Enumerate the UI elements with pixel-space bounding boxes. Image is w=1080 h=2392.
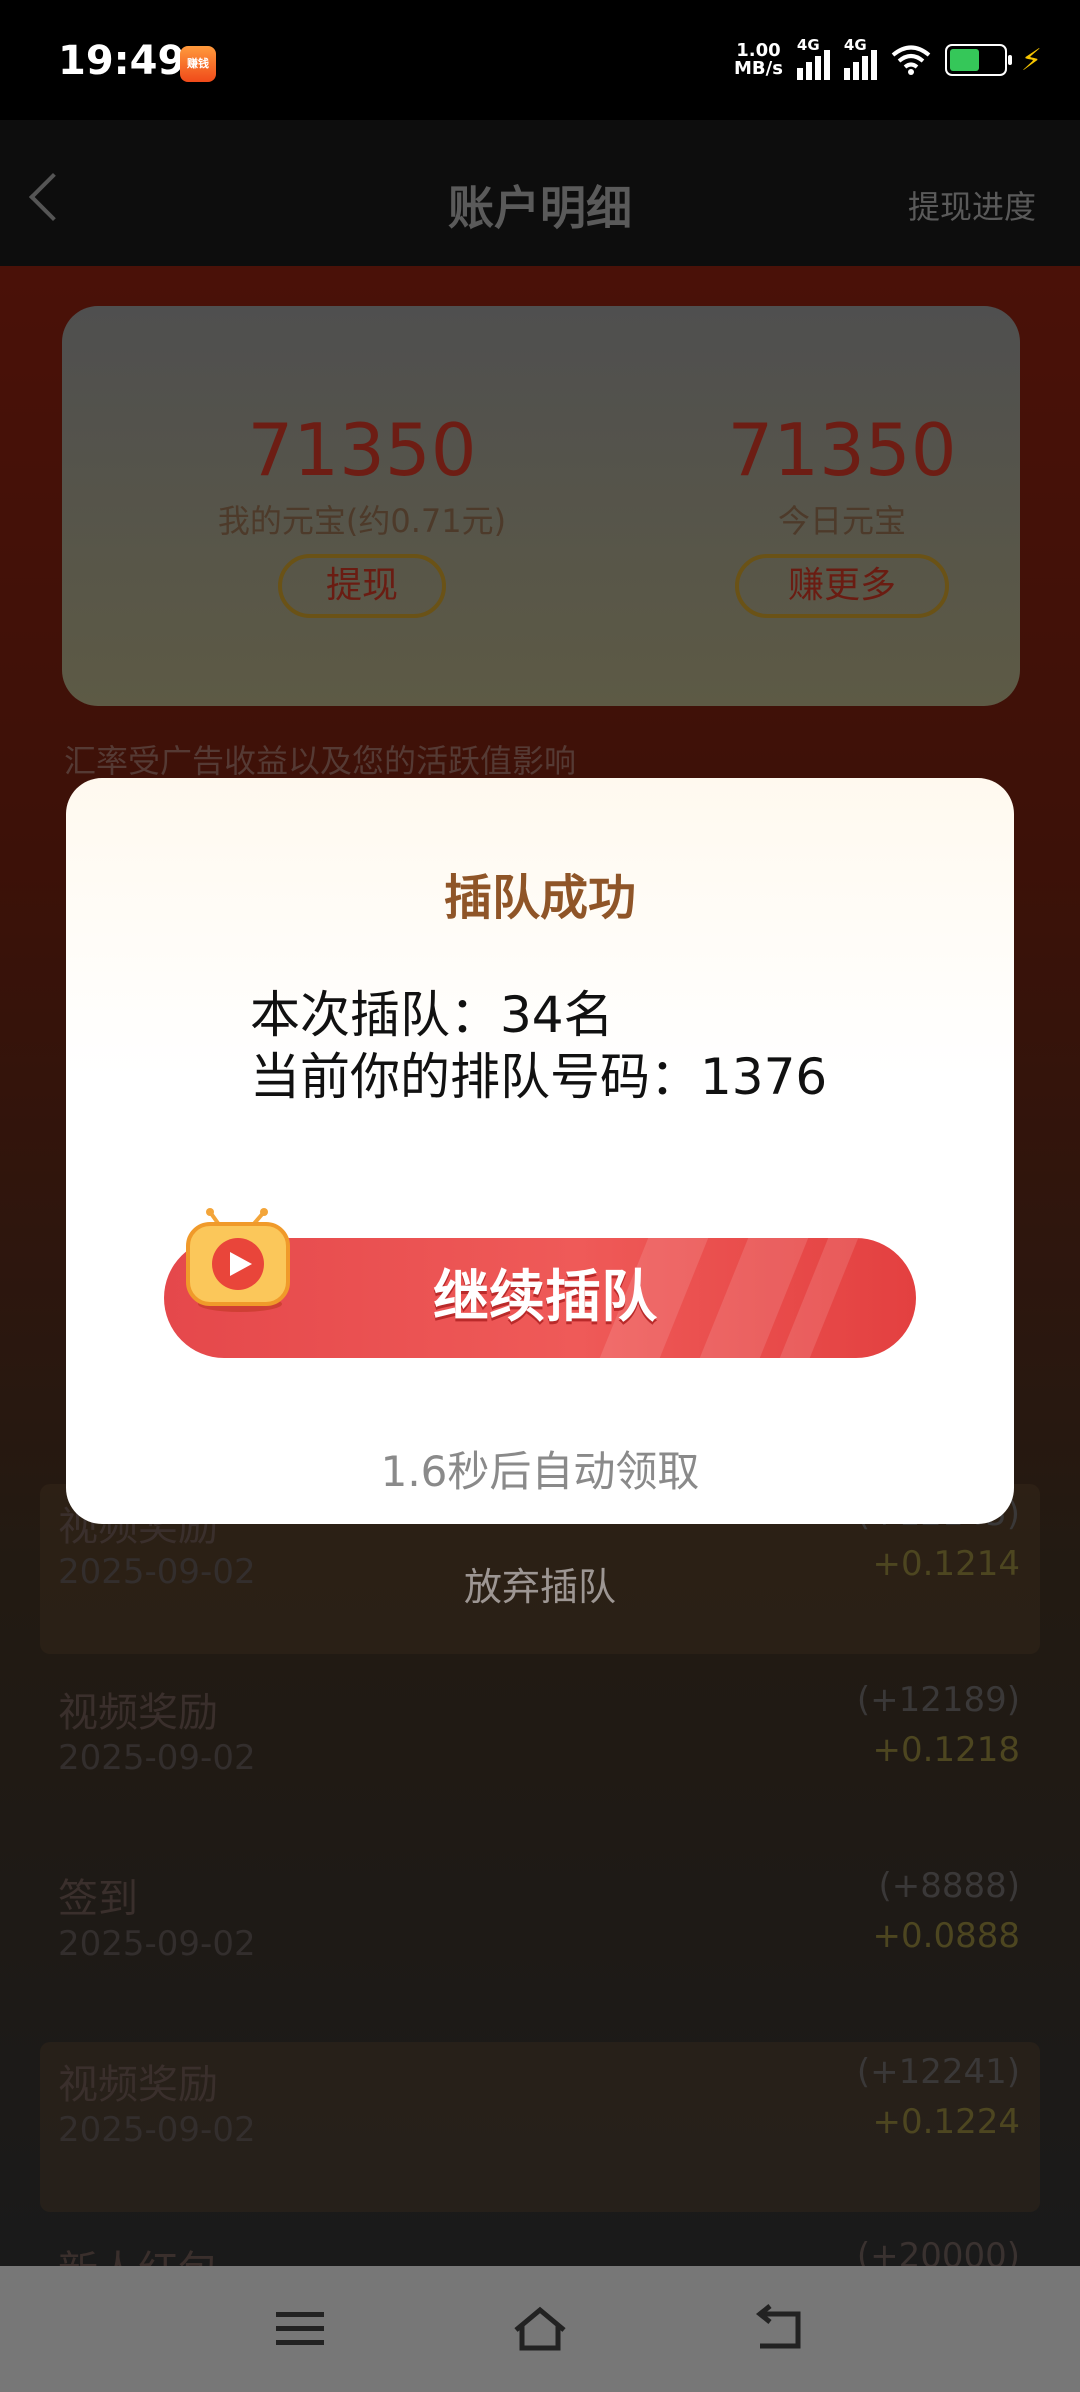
record-cash: +0.0888 (872, 1916, 1020, 1956)
earn-more-button[interactable]: 赚更多 (735, 554, 949, 618)
queue-number: 当前你的排队号码：1376 (250, 1048, 828, 1106)
app-header: 账户明细 提现进度 (0, 120, 1080, 266)
exchange-rate-note: 汇率受广告收益以及您的活跃值影响 (64, 742, 577, 780)
give-up-button[interactable]: 放弃插队 (0, 1556, 1080, 1611)
wifi-icon (891, 45, 931, 75)
record-title: 新人红包 (58, 2238, 218, 2268)
record-title: 签到 (58, 1876, 138, 1922)
withdraw-progress-link[interactable]: 提现进度 (908, 182, 1036, 228)
record-points: (+8888) (878, 1866, 1020, 1906)
record-points: (+12189) (856, 1680, 1020, 1720)
today-coins-stat: 71350 今日元宝 赚更多 (622, 410, 1062, 618)
status-time: 19:49 (58, 38, 186, 84)
my-coins-stat: 71350 我的元宝(约0.71元) 提现 (142, 410, 582, 618)
sim1-label: 4G (796, 36, 820, 54)
today-coins-value: 71350 (727, 408, 957, 492)
list-item: 签到 2025-09-02 (+8888) +0.0888 (40, 1856, 1040, 2026)
record-points: (+20000) (856, 2236, 1020, 2268)
coins-summary-card: 71350 我的元宝(约0.71元) 提现 71350 今日元宝 赚更多 (62, 306, 1020, 706)
video-tv-icon (186, 1208, 290, 1312)
list-item: 视频奖励 2025-09-02 (+12189) +0.1218 (40, 1670, 1040, 1840)
record-cash: +0.1218 (872, 1730, 1020, 1770)
record-date: 2025-09-02 (58, 1738, 256, 1778)
signal-icon: 4G (796, 36, 830, 80)
app-notification-icon: 赚钱 (180, 46, 216, 82)
dialog-title: 插队成功 (443, 870, 636, 926)
list-item: 视频奖励 2025-09-02 (+12241) +0.1224 (40, 2042, 1040, 2212)
record-cash: +0.1224 (872, 2102, 1020, 2142)
queue-jump-success-dialog: 插队成功 本次插队：34名 当前你的排队号码：1376 继续插队 1.6秒后自动… (66, 778, 1014, 1524)
auto-claim-countdown: 1.6秒后自动领取 (380, 1447, 700, 1496)
status-bar: 19:49 赚钱 1.00 MB/s 4G 4G ⚡ (0, 0, 1080, 120)
net-speed-unit: MB/s (734, 58, 783, 79)
my-coins-value: 71350 (247, 408, 477, 492)
list-item: 新人红包 (+20000) (40, 2228, 1040, 2268)
menu-icon[interactable] (270, 2304, 330, 2354)
my-coins-label: 我的元宝(约0.71元) (217, 502, 507, 540)
queue-jump-count: 本次插队：34名 (250, 986, 614, 1044)
dialog-info: 本次插队：34名 当前你的排队号码：1376 (250, 984, 827, 1108)
net-speed: 1.00 MB/s (734, 42, 783, 78)
withdraw-button[interactable]: 提现 (278, 554, 446, 618)
sim2-label: 4G (843, 36, 867, 54)
system-nav-bar (0, 2266, 1080, 2392)
charging-icon: ⚡ (1020, 42, 1042, 78)
home-icon[interactable] (510, 2304, 570, 2354)
record-title: 视频奖励 (58, 1690, 218, 1736)
signal-icon-2: 4G (843, 36, 877, 80)
today-coins-label: 今日元宝 (777, 502, 906, 540)
battery-icon (944, 44, 1012, 76)
back-icon[interactable] (750, 2304, 810, 2354)
record-date: 2025-09-02 (58, 1924, 256, 1964)
record-date: 2025-09-02 (58, 2110, 256, 2150)
record-title: 视频奖励 (58, 2062, 218, 2108)
record-points: (+12241) (856, 2052, 1020, 2092)
status-icons: 1.00 MB/s 4G 4G ⚡ (734, 36, 1042, 80)
